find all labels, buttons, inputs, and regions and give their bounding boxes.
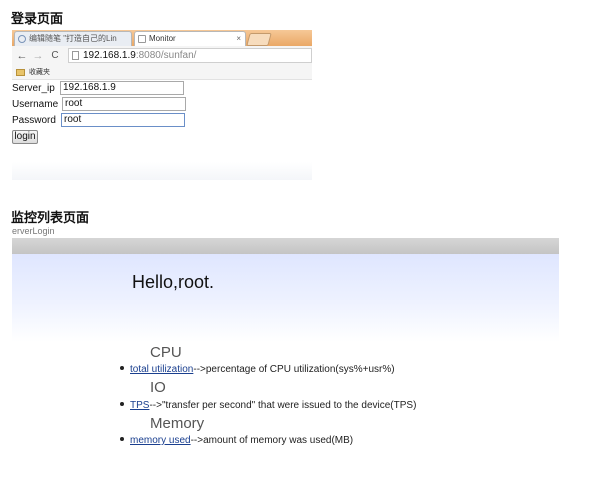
site-favicon-icon xyxy=(18,35,26,43)
tab-monitor[interactable]: Monitor × xyxy=(134,31,246,46)
tab-blog-editor[interactable]: 编辑随笔 "打造自己的Lin xyxy=(14,31,132,46)
login-section-title: 登录页面 xyxy=(11,12,64,27)
hero-banner xyxy=(12,254,559,342)
username-input[interactable]: root xyxy=(62,97,186,111)
total-utilization-link[interactable]: total utilization xyxy=(130,364,193,375)
cpu-description: -->percentage of CPU utilization(sys%+us… xyxy=(193,364,395,375)
login-button[interactable]: login xyxy=(12,130,38,144)
forward-arrow-icon[interactable]: → xyxy=(32,49,44,63)
monitor-section-title: 监控列表页面 xyxy=(11,211,90,226)
list-item-cpu: total utilization-->percentage of CPU ut… xyxy=(120,364,395,375)
bullet-icon xyxy=(120,366,124,371)
memory-description: -->amount of memory was used(MB) xyxy=(190,435,354,446)
back-arrow-icon[interactable]: ← xyxy=(16,49,28,63)
new-tab-button[interactable] xyxy=(246,33,272,46)
list-item-memory: memory used-->amount of memory was used(… xyxy=(120,435,353,446)
tab-label: Monitor xyxy=(149,34,176,43)
browser-toolbar: ← → C 192.168.1.9:8080/sunfan/ xyxy=(12,46,312,67)
address-bar[interactable]: 192.168.1.9:8080/sunfan/ xyxy=(68,48,312,63)
tab-label: 编辑随笔 "打造自己的Lin xyxy=(29,34,117,43)
bullet-icon xyxy=(120,437,124,442)
greeting-heading: Hello,root. xyxy=(132,272,215,292)
io-heading: IO xyxy=(150,379,166,396)
tab-strip: 编辑随笔 "打造自己的Lin Monitor × xyxy=(12,30,312,46)
list-item-io: TPS-->"transfer per second" that were is… xyxy=(120,400,416,411)
browser-window: 编辑随笔 "打造自己的Lin Monitor × ← → C 192.168.1… xyxy=(12,30,312,180)
password-label: Password xyxy=(12,115,56,126)
tps-link[interactable]: TPS xyxy=(130,400,149,411)
address-path: :8080/sunfan/ xyxy=(135,50,197,61)
close-tab-icon[interactable]: × xyxy=(236,32,241,46)
server-ip-input[interactable]: 192.168.1.9 xyxy=(60,81,184,95)
server-ip-label: Server_ip xyxy=(12,83,55,94)
page-icon xyxy=(72,51,79,60)
bullet-icon xyxy=(120,402,124,407)
bookmarks-bar: 收藏夹 xyxy=(12,66,312,80)
cpu-heading: CPU xyxy=(150,344,182,361)
memory-used-link[interactable]: memory used xyxy=(130,435,191,446)
reload-icon[interactable]: C xyxy=(49,49,61,63)
breadcrumb: erverLogin xyxy=(12,226,55,236)
address-host: 192.168.1.9 xyxy=(83,50,136,61)
memory-heading: Memory xyxy=(150,415,205,432)
header-bar xyxy=(12,238,559,254)
password-input[interactable]: root xyxy=(61,113,185,127)
username-label: Username xyxy=(12,99,59,110)
folder-icon xyxy=(16,69,25,76)
page-icon xyxy=(138,35,146,43)
bookmarks-folder-label[interactable]: 收藏夹 xyxy=(29,66,50,79)
io-description: -->"transfer per second" that were issue… xyxy=(149,400,417,411)
